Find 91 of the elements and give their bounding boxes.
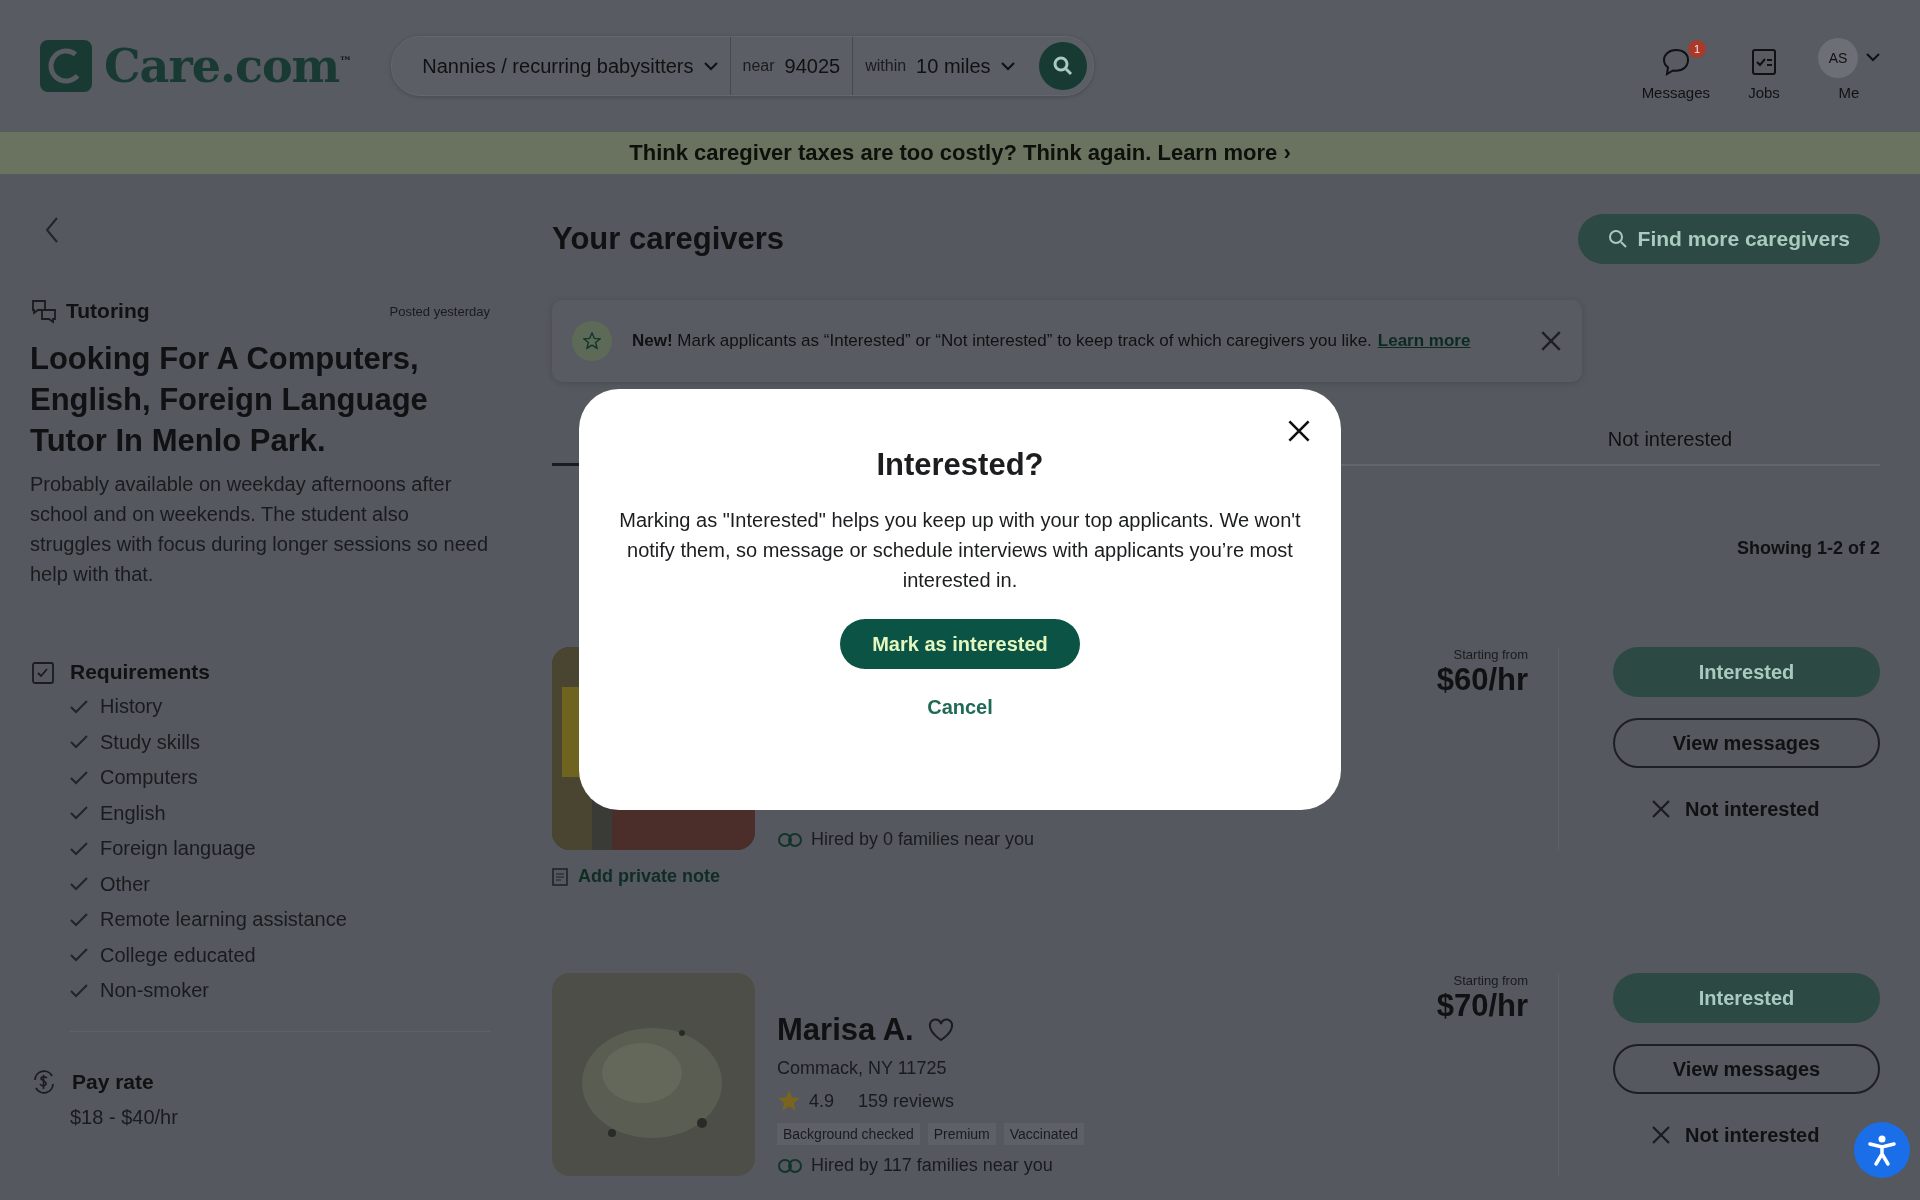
- check-icon: [70, 770, 88, 785]
- hired-count: Hired by 117 families near you: [811, 1155, 1053, 1176]
- close-icon: [1651, 1125, 1671, 1145]
- dialog-title: Interested?: [876, 447, 1044, 483]
- check-icon: [70, 735, 88, 750]
- posted-date: Posted yesterday: [389, 303, 490, 319]
- check-icon: [70, 912, 88, 927]
- requirements-heading: Requirements: [70, 660, 211, 684]
- job-description: Probably available on weekday afternoons after school and on weekends. The student also struggles with focus during longer sessions so need help with that.: [30, 472, 490, 587]
- dismiss-button[interactable]: [1540, 330, 1562, 352]
- promo-banner[interactable]: Think caregiver taxes are too costly? Think again. Learn more ›: [0, 132, 1920, 174]
- close-icon: [1287, 419, 1311, 443]
- chevron-left-icon: [45, 215, 59, 244]
- view-messages-button[interactable]: View messages: [1613, 1044, 1880, 1094]
- check-icon: [70, 983, 88, 998]
- price-label: Starting from: [1453, 973, 1528, 988]
- requirement-item: History: [100, 695, 163, 719]
- tab[interactable]: Not interested: [1460, 418, 1880, 464]
- check-icon: [70, 877, 88, 892]
- notification-badge: 1: [1688, 39, 1706, 58]
- learn-more-link[interactable]: Learn more: [1377, 331, 1471, 350]
- logo-icon: [40, 40, 92, 92]
- requirement-item: Computers: [100, 766, 198, 790]
- chevron-down-icon: [703, 61, 718, 71]
- search-icon: [1051, 55, 1074, 77]
- tag: Vaccinated: [1003, 1123, 1084, 1145]
- hourly-rate: $70/hr: [1436, 988, 1528, 1024]
- check-icon: [70, 948, 88, 963]
- tag: Premium: [927, 1123, 996, 1145]
- hired-count: Hired by 0 families near you: [811, 829, 1035, 850]
- rings-icon: [777, 1158, 803, 1173]
- chevron-down-icon: [1866, 53, 1880, 62]
- nav-messages[interactable]: 1 Messages: [1641, 39, 1710, 101]
- nav-profile[interactable]: AS Me: [1818, 31, 1880, 101]
- requirement-item: Non-smoker: [100, 979, 209, 1003]
- clipboard-check-icon: [30, 659, 56, 685]
- star-icon: [583, 332, 601, 350]
- interested-button[interactable]: Interested: [1613, 973, 1880, 1023]
- requirement-item: English: [100, 801, 166, 825]
- not-interested-button[interactable]: Not interested: [1651, 1115, 1820, 1155]
- accessibility-icon: [1865, 1133, 1899, 1167]
- check-icon: [70, 699, 88, 714]
- check-icon: [70, 806, 88, 821]
- note-icon: [552, 867, 568, 886]
- requirement-item: Other: [100, 872, 151, 896]
- close-icon: [1540, 330, 1562, 352]
- near-label: near: [742, 57, 775, 75]
- page-title: Your caregivers: [552, 221, 785, 257]
- requirement-item: Remote learning assistance: [100, 908, 347, 932]
- requirement-item: College educated: [100, 943, 256, 967]
- interested-button[interactable]: Interested: [1613, 647, 1880, 697]
- find-caregivers-button[interactable]: Find more caregivers: [1577, 214, 1880, 264]
- add-note-link[interactable]: Add private note: [552, 866, 1880, 887]
- nav-jobs[interactable]: Jobs: [1748, 39, 1780, 101]
- category-dropdown[interactable]: Nannies / recurring babysitters: [422, 54, 694, 78]
- chevron-down-icon: [1000, 61, 1015, 71]
- heart-icon: [927, 1018, 954, 1042]
- search-button[interactable]: [1038, 42, 1087, 90]
- job-category: Tutoring: [66, 299, 150, 323]
- avatar: AS: [1818, 37, 1858, 78]
- caregiver-name: Marisa A.: [777, 1012, 914, 1048]
- search-icon: [1607, 229, 1628, 249]
- close-icon: [1651, 799, 1671, 819]
- job-title: Looking For A Computers, English, Foreign Language Tutor In Menlo Park.: [30, 340, 429, 460]
- caregiver-location: Commack, NY 11725: [777, 1058, 948, 1079]
- requirement-item: Foreign language: [100, 837, 256, 861]
- view-messages-button[interactable]: View messages: [1613, 718, 1880, 768]
- results-count: Showing 1-2 of 2: [1737, 538, 1880, 559]
- requirement-item: Study skills: [100, 730, 201, 754]
- check-icon: [70, 841, 88, 856]
- tutoring-icon: [30, 298, 58, 324]
- dialog-message: Marking as "Interested" helps you keep up with your top applicants. We won't notify them, so message or schedule interviews with applicants you’re most interested in.: [618, 508, 1302, 593]
- hourly-rate: $60/hr: [1436, 662, 1528, 698]
- accessibility-button[interactable]: [1854, 1122, 1910, 1178]
- cancel-button[interactable]: Cancel: [921, 695, 999, 720]
- review-count: 159 reviews: [858, 1090, 955, 1112]
- distance-dropdown[interactable]: 10 miles: [916, 54, 991, 78]
- zip-field[interactable]: 94025: [784, 54, 841, 78]
- logo-text: Care.com$^{™}$: [104, 39, 352, 93]
- not-interested-button[interactable]: Not interested: [1651, 789, 1820, 829]
- rating: 4.9: [809, 1090, 835, 1112]
- rings-icon: [777, 832, 803, 847]
- mark-interested-button[interactable]: Mark as interested: [840, 619, 1080, 669]
- tag: Background checked: [777, 1123, 920, 1145]
- within-label: within: [865, 57, 907, 75]
- pay-rate-heading: Pay rate: [72, 1069, 154, 1094]
- notice-text: New! Mark applicants as “Interested” or “Not interested” to keep track of which caregivers you like. Learn more: [632, 331, 1471, 351]
- star-icon: [777, 1089, 801, 1113]
- search-bar[interactable]: Nannies / recurring babysitters near 94025 within 10 miles: [391, 36, 1094, 96]
- price-label: Starting from: [1453, 647, 1528, 662]
- pay-rate-value: $18 - $40/hr: [70, 1105, 179, 1129]
